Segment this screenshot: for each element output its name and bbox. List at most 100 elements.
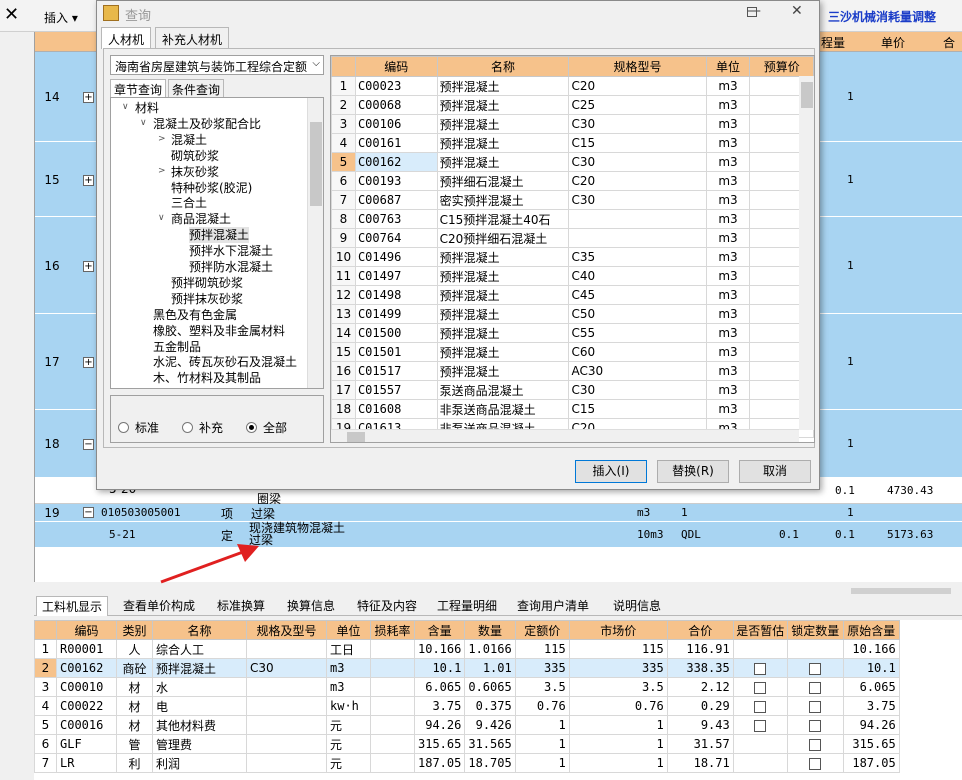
filter-radio[interactable]: 全部 [246,419,287,436]
checkbox-cell[interactable] [786,734,844,754]
expand-icon[interactable]: + [83,174,94,186]
tree-node[interactable]: 木、竹材料及其制品 [153,370,261,386]
bottom-tab[interactable]: 查看单价构成 [118,596,200,615]
tab-supplement[interactable]: 补充人材机 [155,27,230,49]
checkbox-cell[interactable] [786,696,844,716]
checkbox-cell[interactable] [786,677,844,697]
column-header[interactable]: 名称 [152,620,247,640]
table-row[interactable]: 11 C01497 预拌混凝土 C40 m3 [331,266,814,286]
category-tree[interactable]: 材料 ∨ 混凝土及砂浆配合比 ∨ 混凝土 > 砌筑砂浆 抹灰砂浆 > 特种砂浆(胶泥) 三合土 商品混… [110,97,324,389]
checkbox-icon[interactable] [809,662,822,675]
machine-adjust-button[interactable]: 三沙机械消耗量调整 [828,8,936,25]
bottom-tab[interactable]: 工料机显示 [36,596,109,616]
chevron-down-icon[interactable]: ∨ [122,102,129,112]
table-hscroll-thumb[interactable] [347,432,365,442]
insert-button[interactable]: 插入(I) [575,460,647,483]
bottom-tab[interactable]: 查询用户清单 [512,596,594,615]
close-icon[interactable]: ✕ [791,3,803,19]
tab-chapter-query[interactable]: 章节查询 [110,79,167,97]
checkbox-icon[interactable] [809,681,822,694]
tree-node[interactable]: 预拌水下混凝土 [189,243,273,259]
cancel-button[interactable]: 取消 [739,460,811,483]
tree-node[interactable]: 特种砂浆(胶泥) [171,180,252,196]
checkbox-cell[interactable] [732,677,788,697]
column-header[interactable]: 编码 [354,56,438,77]
tree-node[interactable]: 砌筑砂浆 [171,148,219,164]
chevron-down-icon[interactable]: ∨ [158,213,165,223]
bottom-tab[interactable]: 说明信息 [608,596,666,615]
column-header[interactable]: 单位 [326,620,371,640]
checkbox-cell[interactable] [786,658,844,678]
replace-button[interactable]: 替换(R) [657,460,729,483]
column-header[interactable]: 是否暂估 [732,620,788,640]
table-row[interactable]: 5C00162预拌混凝土C30m33 [331,152,814,172]
material-table[interactable]: 编码名称规格型号单位预算价 1C00023预拌混凝土C20m322C00068预… [330,55,815,443]
tree-node[interactable]: 水泥、砖瓦灰砂石及混凝土 [153,354,297,370]
bottom-tab[interactable]: 工程量明细 [432,596,502,615]
tree-node[interactable]: 混凝土及砂浆配合比 [153,116,261,132]
chevron-right-icon[interactable]: > [158,166,166,176]
column-header[interactable]: 规格型号 [568,56,707,77]
column-header[interactable]: 合价 [666,620,734,640]
table-row[interactable]: 12 C01498 预拌混凝土 C45 m3 [331,285,814,305]
table-row[interactable]: 3 C00010 材水 m3 6.065 0.6065 3.5 3.5 2.12 6.065 [34,677,900,697]
table-row[interactable]: 13 C01499 预拌混凝土 C50 m3 [331,304,814,324]
column-header[interactable]: 定额价 [514,620,570,640]
table-row[interactable]: 17C01557泵送商品混凝土C30m33 [331,380,814,400]
tree-node[interactable]: 黑色及有色金属 [153,307,237,323]
expand-icon[interactable]: + [83,357,94,368]
column-header[interactable]: 市场价 [568,620,668,640]
column-header[interactable]: 单位 [705,56,751,77]
table-scroll-thumb[interactable] [801,82,813,108]
column-header[interactable] [34,620,57,640]
checkbox-icon[interactable] [754,681,767,694]
table-row[interactable]: 1C00023预拌混凝土C20m32 [331,76,814,96]
checkbox-cell[interactable] [732,658,788,678]
checkbox-icon[interactable] [809,738,822,751]
column-header[interactable]: 数量 [464,620,516,640]
table-row[interactable]: 6C00193预拌细石混凝土C20m32 [331,171,814,191]
column-header[interactable]: 预算价 [749,56,814,77]
resource-table[interactable]: 编码 类别 名称 规格及型号 单位 损耗率 含量 数量 定额价 市场价 合价 是否暂估 锁定数量 原始含量… [34,620,962,780]
column-header[interactable]: 编码 [56,620,117,640]
table-row[interactable]: 16 C01517 预拌混凝土 AC30 m3 [331,361,814,381]
checkbox-cell[interactable] [732,753,788,773]
insert-menu-button[interactable]: 插入 ▾ [44,9,78,26]
checkbox-icon[interactable] [754,719,767,732]
table-hscrollbar[interactable] [331,429,799,442]
checkbox-icon[interactable] [809,757,822,770]
checkbox-cell[interactable] [732,734,788,754]
expand-icon[interactable]: + [83,260,94,272]
filter-radio[interactable]: 补充 [182,419,223,436]
tree-node[interactable]: 抹灰砂浆 [171,164,219,180]
tree-node[interactable]: 三合土 [171,195,207,211]
collapse-icon[interactable]: − [83,507,94,518]
table-row[interactable]: 7 LR 利利润元 187.05 18.705 1 1 18.71 187.05 [34,753,900,773]
tab-materials[interactable]: 人材机 [101,27,152,49]
table-row[interactable]: 2 C00162 商砼 预拌混凝土 C30 m3 10.1 1.01 335 335 338.35 1… [34,658,900,678]
column-header[interactable] [331,56,356,77]
column-header[interactable]: 锁定数量 [786,620,844,640]
maximize-icon[interactable] [747,7,757,17]
tree-scroll-thumb[interactable] [310,122,322,206]
bottom-tab[interactable]: 换算信息 [282,596,340,615]
tree-node[interactable]: 预拌砌筑砂浆 [171,275,243,291]
table-row[interactable]: 5 C00016 材其他材料费元 94.26 9.426 1 1 9.43 94.26 [34,715,900,735]
checkbox-cell[interactable] [786,639,844,659]
table-vscrollbar[interactable] [799,76,814,430]
checkbox-icon[interactable] [809,719,822,732]
checkbox-cell[interactable] [732,639,788,659]
column-header[interactable]: 规格及型号 [246,620,327,640]
tree-node[interactable]: 五金制品 [153,339,201,355]
table-row[interactable]: 14 C01500 预拌混凝土 C55 m3 [331,323,814,343]
checkbox-cell[interactable] [732,696,788,716]
tree-node[interactable]: 预拌防水混凝土 [189,259,273,275]
checkbox-cell[interactable] [732,715,788,735]
close-icon[interactable]: ✕ [4,4,19,25]
filter-radio[interactable]: 标准 [118,419,159,436]
table-row[interactable]: 10 C01496 预拌混凝土 C35 m3 [331,247,814,267]
column-header[interactable]: 损耗率 [370,620,415,640]
table-row[interactable]: 18 C01608 非泵送商品混凝土 C15 m3 [331,399,814,419]
tree-node[interactable]: 预拌抹灰砂浆 [171,291,243,307]
column-header[interactable]: 类别 [116,620,153,640]
